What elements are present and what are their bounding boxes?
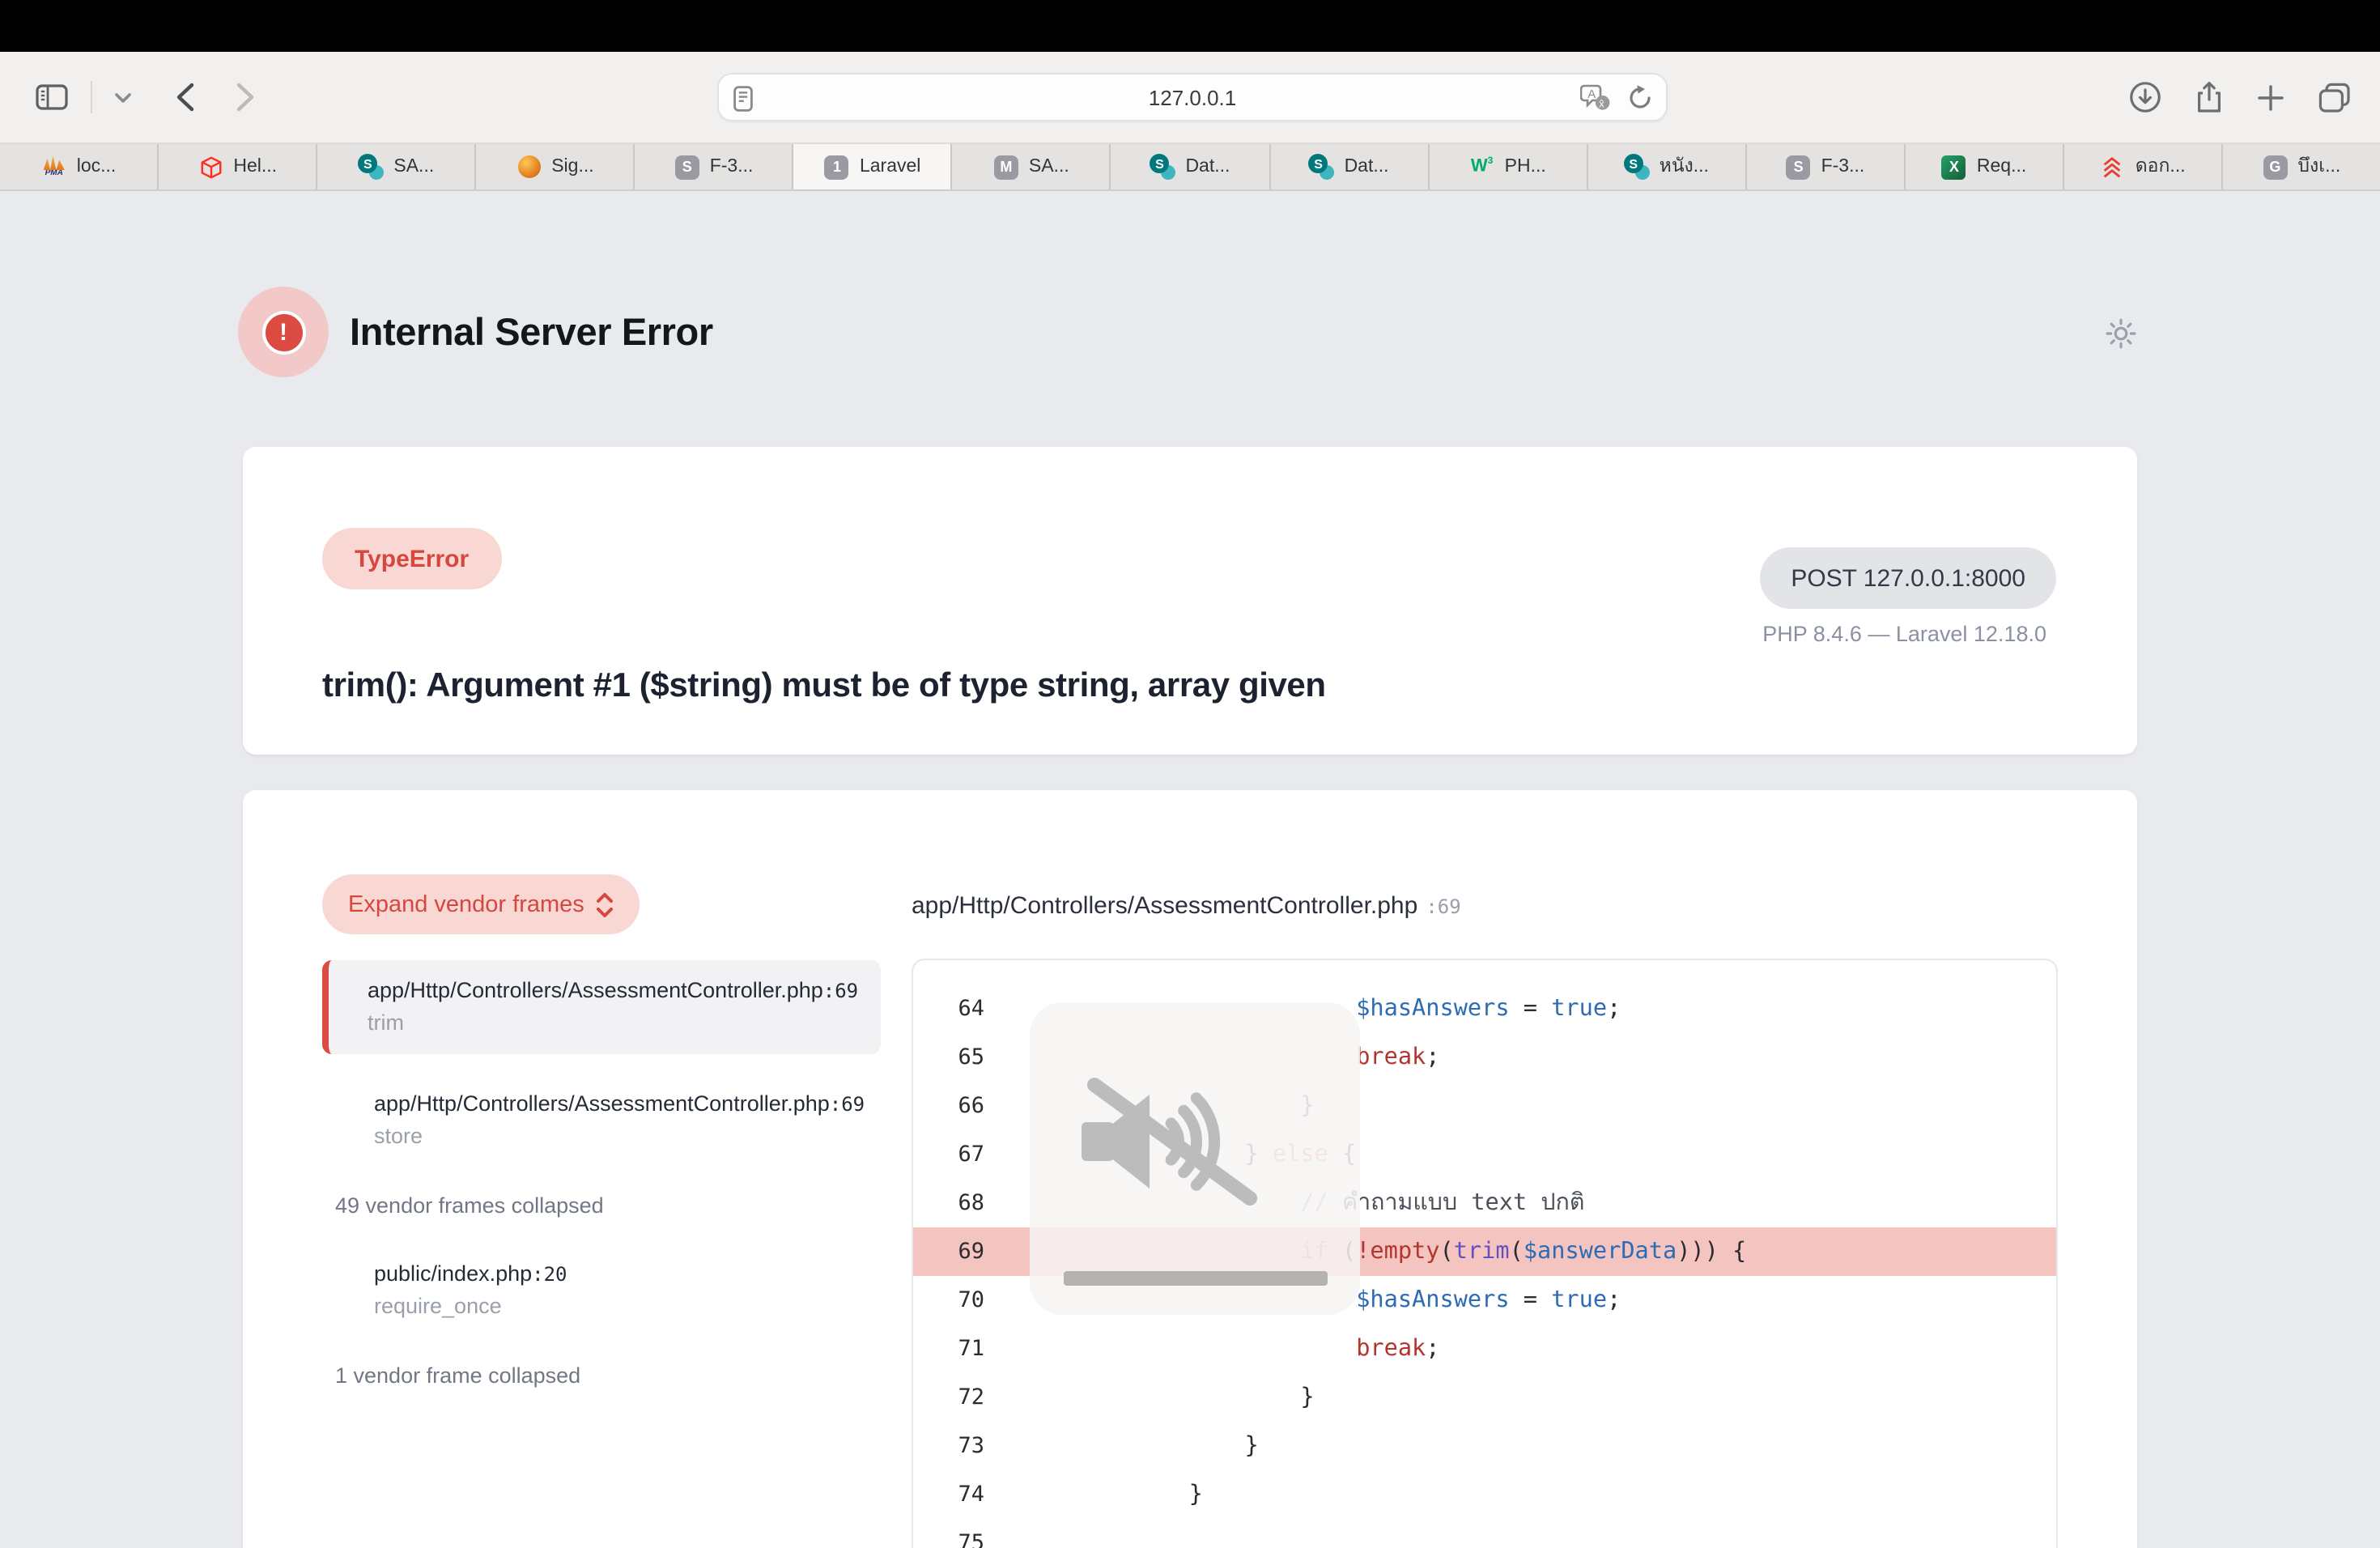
tab-strip: PMA loc... Hel... S SA... Sig... S F-3... 1 Larav… bbox=[0, 142, 2380, 191]
svg-text:A: A bbox=[1587, 87, 1596, 101]
collapsed-vendor-frames[interactable]: 1 vendor frame collapsed bbox=[335, 1363, 881, 1388]
code-line: 71 break; bbox=[913, 1325, 2056, 1373]
stack-frame[interactable]: public/index.php:20require_once bbox=[322, 1244, 881, 1337]
orange-sphere-icon bbox=[516, 154, 542, 180]
code-line: 72 } bbox=[913, 1373, 2056, 1422]
forward-button[interactable] bbox=[236, 83, 254, 112]
tab-15[interactable]: G บึงเ... bbox=[2223, 144, 2380, 189]
letter-favicon: S bbox=[674, 154, 700, 180]
tab-12[interactable]: S F-3... bbox=[1746, 144, 1905, 189]
code-line: 74 } bbox=[913, 1470, 2056, 1519]
letter-favicon: S bbox=[1786, 154, 1812, 180]
exception-type-badge: TypeError bbox=[322, 528, 501, 589]
tab-label: Sig... bbox=[551, 157, 593, 176]
reader-icon[interactable] bbox=[733, 86, 753, 112]
speaker-muted-icon bbox=[1075, 1074, 1269, 1218]
sharepoint-icon: S bbox=[1624, 154, 1650, 180]
theme-toggle-sun-icon[interactable] bbox=[2105, 317, 2137, 358]
sidebar-icon[interactable] bbox=[36, 84, 68, 110]
back-button[interactable] bbox=[176, 83, 194, 112]
letter-favicon: G bbox=[2262, 154, 2288, 180]
tab-label: Hel... bbox=[233, 157, 277, 176]
tab-label: หนัง... bbox=[1660, 152, 1709, 181]
letter-favicon: M bbox=[993, 154, 1019, 180]
tab-label: บึงเ... bbox=[2297, 152, 2340, 181]
browser-toolbar: 127.0.0.1 Ax̂ bbox=[0, 52, 2380, 142]
unfold-chevrons-icon bbox=[596, 891, 614, 917]
tab-6-active[interactable]: 1 Laravel bbox=[794, 144, 953, 189]
mute-overlay bbox=[1030, 1002, 1360, 1315]
w3schools-icon: W3 bbox=[1469, 154, 1495, 180]
sharepoint-icon: S bbox=[1150, 154, 1175, 180]
tab-label: PH... bbox=[1505, 157, 1546, 176]
code-line: 73 } bbox=[913, 1422, 2056, 1470]
sharepoint-icon: S bbox=[358, 154, 384, 180]
environment-versions: PHP 8.4.6 — Laravel 12.18.0 bbox=[1762, 622, 2046, 646]
stack-frame-list: app/Http/Controllers/AssessmentControlle… bbox=[322, 960, 881, 1414]
code-line: 75 bbox=[913, 1519, 2056, 1548]
phpmyadmin-icon: PMA bbox=[41, 154, 67, 180]
request-badge: POST 127.0.0.1:8000 bbox=[1760, 547, 2056, 609]
error-page: ! Internal Server Error TypeError POST 1… bbox=[0, 191, 2380, 1548]
error-summary-card: TypeError POST 127.0.0.1:8000 PHP 8.4.6 … bbox=[243, 447, 2137, 755]
collapsed-vendor-frames[interactable]: 49 vendor frames collapsed bbox=[335, 1193, 881, 1218]
svg-text:x̂: x̂ bbox=[1599, 97, 1604, 109]
new-tab-button[interactable] bbox=[2257, 83, 2284, 111]
tab-label: SA... bbox=[393, 157, 434, 176]
tab-label: F-3... bbox=[710, 157, 754, 176]
tab-overview-button[interactable] bbox=[2318, 82, 2351, 113]
tab-label: Dat... bbox=[1345, 157, 1389, 176]
stack-frame[interactable]: app/Http/Controllers/AssessmentControlle… bbox=[322, 1074, 881, 1167]
expand-vendor-frames-button[interactable]: Expand vendor frames bbox=[322, 874, 640, 934]
tab-label: SA... bbox=[1029, 157, 1069, 176]
code-snippet-panel: 64 $hasAnswers = true;65 break;66 }67 } … bbox=[912, 959, 2058, 1548]
screen: 127.0.0.1 Ax̂ bbox=[0, 0, 2380, 1548]
reload-icon[interactable] bbox=[1627, 84, 1653, 112]
tab-2[interactable]: Hel... bbox=[159, 144, 317, 189]
stack-frame-active[interactable]: app/Http/Controllers/AssessmentControlle… bbox=[322, 960, 881, 1054]
tab-label: F-3... bbox=[1821, 157, 1865, 176]
excel-icon: X bbox=[1941, 154, 1967, 180]
tab-4[interactable]: Sig... bbox=[476, 144, 635, 189]
share-button[interactable] bbox=[2195, 80, 2223, 114]
error-message: trim(): Argument #1 ($string) must be of… bbox=[322, 667, 1326, 706]
tab-9[interactable]: S Dat... bbox=[1270, 144, 1429, 189]
code-file-header: app/Http/Controllers/AssessmentControlle… bbox=[912, 892, 1461, 920]
tab-1[interactable]: PMA loc... bbox=[0, 144, 159, 189]
downloads-button[interactable] bbox=[2129, 81, 2161, 113]
macos-menubar bbox=[0, 0, 2380, 52]
toolbar-divider bbox=[91, 81, 92, 113]
tab-label: ดอก... bbox=[2136, 152, 2186, 181]
red-chevrons-icon bbox=[2100, 154, 2126, 180]
tab-10[interactable]: W3 PH... bbox=[1429, 144, 1587, 189]
tab-label: Req... bbox=[1977, 157, 2026, 176]
tab-5[interactable]: S F-3... bbox=[635, 144, 794, 189]
page-title: Internal Server Error bbox=[350, 311, 713, 355]
sharepoint-icon: S bbox=[1309, 154, 1335, 180]
laravel-icon bbox=[198, 154, 223, 180]
letter-favicon: 1 bbox=[824, 154, 850, 180]
tab-label: Laravel bbox=[860, 157, 920, 176]
tab-8[interactable]: S Dat... bbox=[1111, 144, 1270, 189]
error-alert-icon: ! bbox=[238, 287, 329, 377]
tab-14[interactable]: ดอก... bbox=[2064, 144, 2223, 189]
tab-11[interactable]: S หนัง... bbox=[1587, 144, 1746, 189]
translate-icon[interactable]: Ax̂ bbox=[1580, 84, 1611, 112]
url-text: 127.0.0.1 bbox=[719, 85, 1666, 109]
sidebar-chevron-down-icon[interactable] bbox=[115, 91, 131, 103]
stack-trace-card: Expand vendor frames app/Http/Controller… bbox=[243, 790, 2137, 1548]
tab-3[interactable]: S SA... bbox=[317, 144, 476, 189]
tab-label: loc... bbox=[77, 157, 117, 176]
tab-label: Dat... bbox=[1185, 157, 1230, 176]
address-bar[interactable]: 127.0.0.1 Ax̂ bbox=[717, 73, 1668, 121]
tab-7[interactable]: M SA... bbox=[953, 144, 1111, 189]
mute-progress-bar bbox=[1064, 1271, 1328, 1286]
tab-13[interactable]: X Req... bbox=[1906, 144, 2064, 189]
